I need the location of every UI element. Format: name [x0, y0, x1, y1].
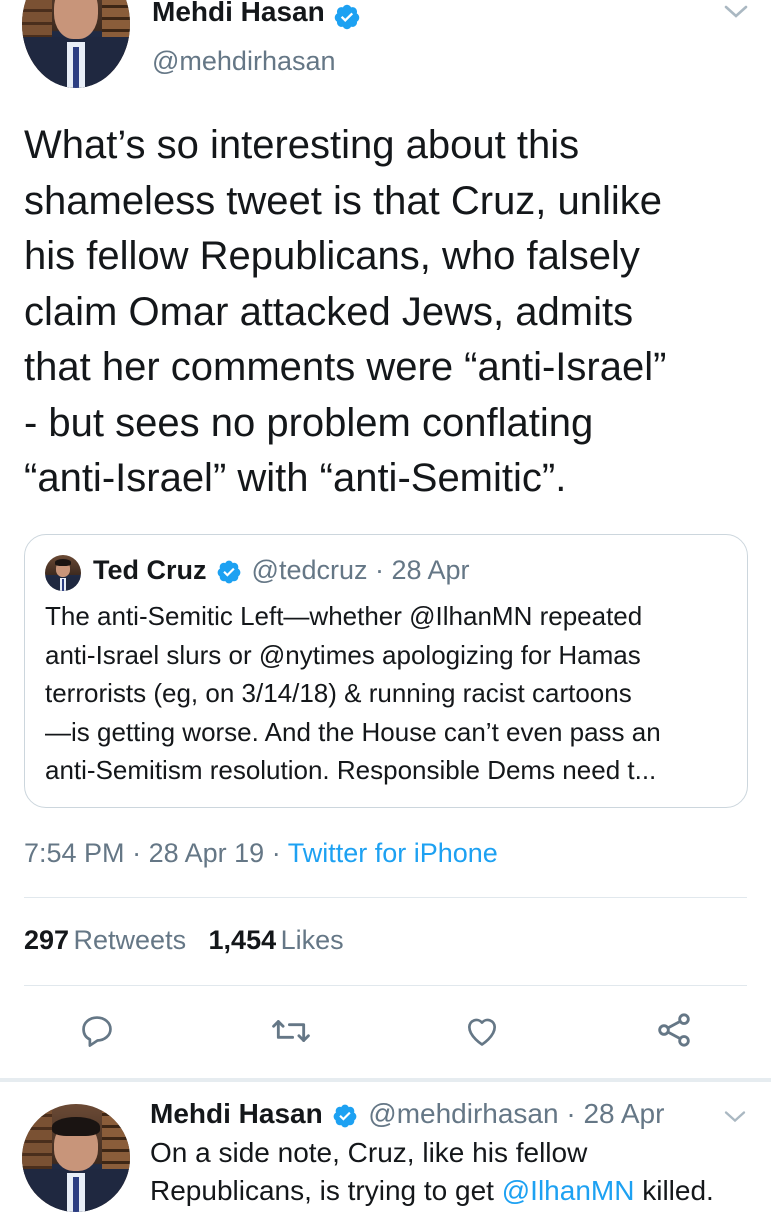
reply-text-segment: Republicans, is trying to get	[150, 1175, 502, 1206]
meta-separator: ·	[132, 838, 142, 868]
quoted-author-handle: @tedcruz	[251, 555, 368, 585]
verified-badge-icon	[216, 559, 242, 585]
quoted-text-line: terrorists (eg, on 3/14/18) & running ra…	[45, 678, 632, 708]
chevron-down-icon[interactable]	[722, 1108, 748, 1126]
tweet-source-link[interactable]: Twitter for iPhone	[288, 838, 498, 868]
chevron-down-icon[interactable]	[722, 2, 750, 22]
quoted-text-line: anti-Semitism resolution. Responsible De…	[45, 755, 657, 785]
tweet-text: What’s so interesting about this shamele…	[24, 118, 764, 507]
reply-text-line: On a side note, Cruz, like his fellow	[150, 1137, 588, 1168]
reply-date: · 28 Apr	[566, 1098, 665, 1129]
retweets-label: Retweets	[73, 925, 187, 955]
divider	[24, 985, 747, 986]
tweet-text-line: - but sees no problem conflating	[24, 400, 594, 445]
reply-author-avatar[interactable]	[22, 1104, 130, 1212]
author-header[interactable]: Mehdi Hasan	[152, 0, 361, 30]
quoted-text-line: The anti-Semitic Left—whether @IlhanMN r…	[45, 601, 643, 631]
quoted-tweet-card[interactable]: Ted Cruz @tedcruz · 28 Apr The anti-Semi…	[24, 534, 748, 808]
retweets-stat[interactable]: 297 Retweets	[24, 925, 191, 955]
tweet-stats: 297 Retweets 1,454 Likes	[24, 925, 344, 956]
reply-text-line: Republicans, is trying to get @IlhanMN k…	[150, 1172, 714, 1210]
divider	[24, 897, 747, 898]
tweet-meta: 7:54 PM · 28 Apr 19 · Twitter for iPhone	[24, 838, 498, 869]
author-handle[interactable]: @mehdirhasan	[152, 46, 336, 77]
quoted-date: · 28 Apr	[375, 555, 470, 585]
reply-text-segment: killed.	[634, 1175, 714, 1206]
reply-author-handle: @mehdirhasan	[368, 1098, 559, 1129]
quoted-header: Ted Cruz @tedcruz · 28 Apr	[93, 555, 470, 586]
tweet-text-line: “anti-Israel” with “anti-Semitic”.	[24, 456, 567, 500]
thread-separator	[0, 1078, 771, 1082]
tweet-time: 7:54 PM	[24, 838, 125, 868]
meta-separator: ·	[271, 838, 281, 868]
tweet-text-line: claim Omar attacked Jews, admits	[24, 289, 634, 334]
verified-badge-icon	[333, 3, 361, 31]
quoted-text: The anti-Semitic Left—whether @IlhanMN r…	[45, 597, 735, 790]
retweets-count: 297	[24, 925, 70, 955]
tweet-text-line: that her comments were “anti-Israel”	[24, 345, 667, 389]
quoted-author-name: Ted Cruz	[93, 555, 207, 585]
quoted-author-avatar	[45, 555, 81, 591]
author-name: Mehdi Hasan	[152, 0, 325, 27]
likes-stat[interactable]: 1,454 Likes	[209, 925, 344, 955]
quoted-text-line: —is getting worse. And the House can’t e…	[45, 716, 661, 747]
likes-count: 1,454	[208, 925, 277, 955]
share-icon[interactable]	[654, 1010, 694, 1050]
author-avatar[interactable]	[22, 0, 130, 88]
retweet-icon[interactable]	[270, 1012, 312, 1050]
reply-text: On a side note, Cruz, like his fellow Re…	[150, 1134, 714, 1210]
reply-header[interactable]: Mehdi Hasan @mehdirhasan · 28 Apr	[150, 1098, 664, 1130]
tweet-text-line: his fellow Republicans, who falsely	[24, 234, 640, 278]
tweet-text-line: What’s so interesting about this	[24, 123, 580, 167]
tweet-text-line: shameless tweet is that Cruz, unlike	[24, 178, 663, 223]
quoted-text-line: anti-Israel slurs or @nytimes apologizin…	[45, 639, 641, 670]
heart-icon[interactable]	[462, 1012, 502, 1050]
likes-label: Likes	[280, 925, 344, 955]
mention-link[interactable]: @IlhanMN	[502, 1175, 635, 1206]
tweet-date: 28 Apr 19	[148, 838, 265, 868]
reply-icon[interactable]	[78, 1012, 116, 1050]
reply-author-name: Mehdi Hasan	[150, 1098, 323, 1129]
verified-badge-icon	[332, 1103, 358, 1129]
